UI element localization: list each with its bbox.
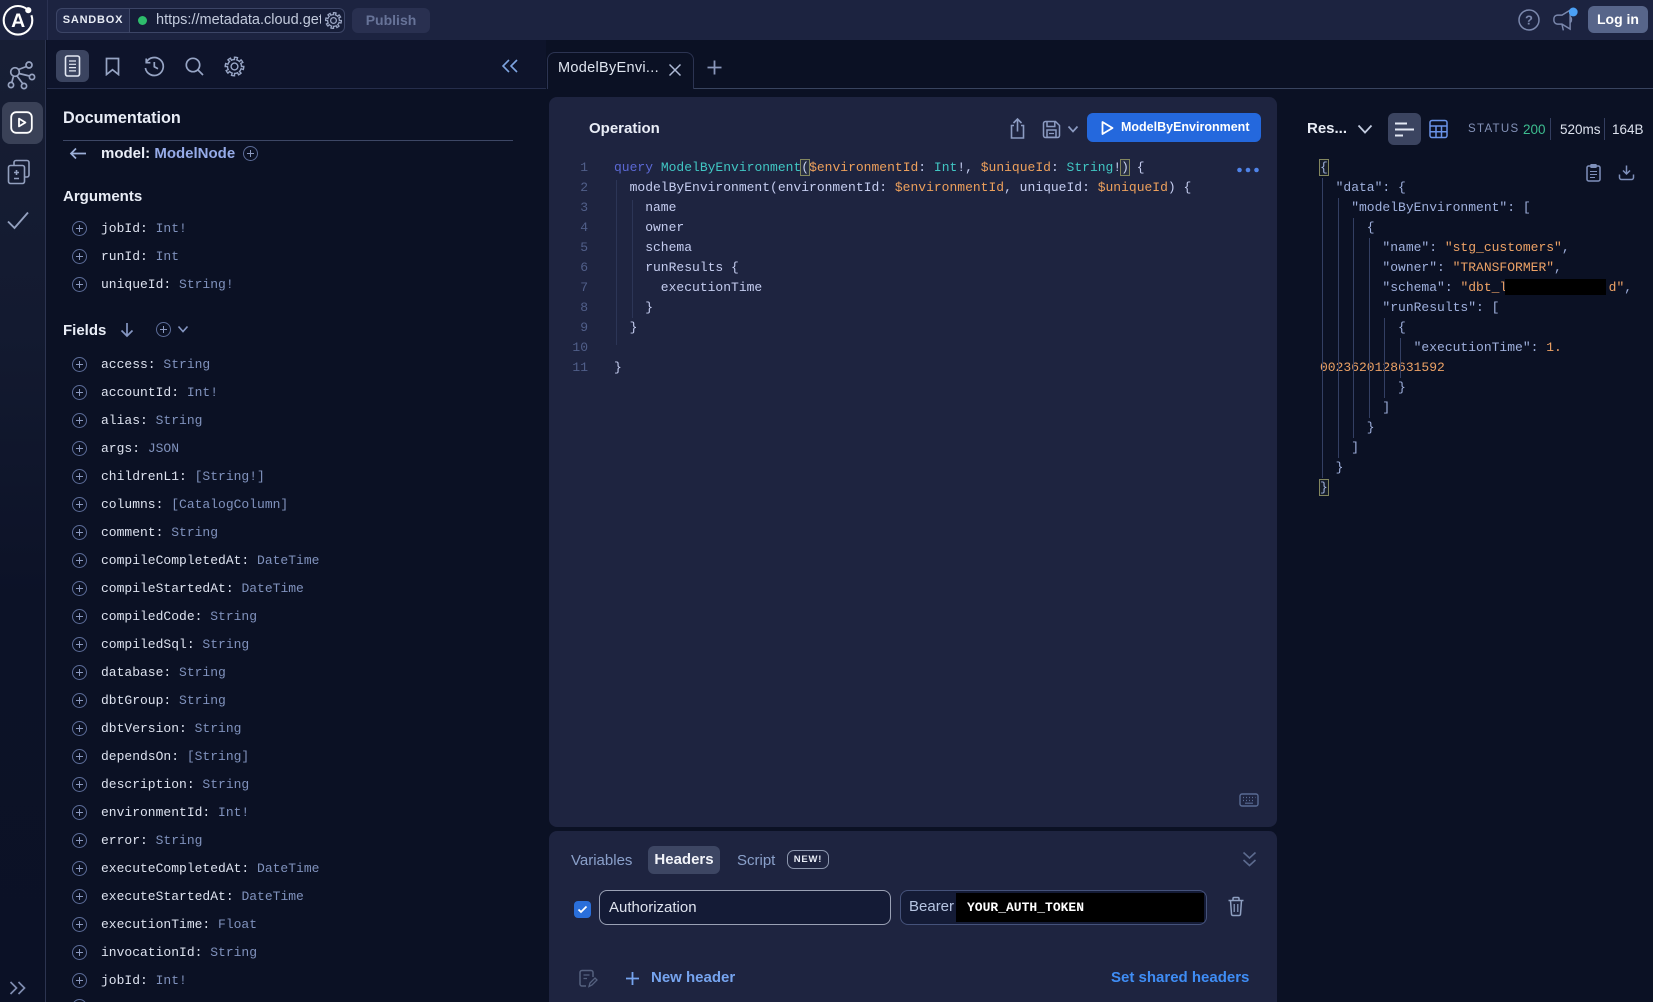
svg-text:A: A	[11, 10, 25, 32]
svg-text:?: ?	[1525, 13, 1533, 28]
